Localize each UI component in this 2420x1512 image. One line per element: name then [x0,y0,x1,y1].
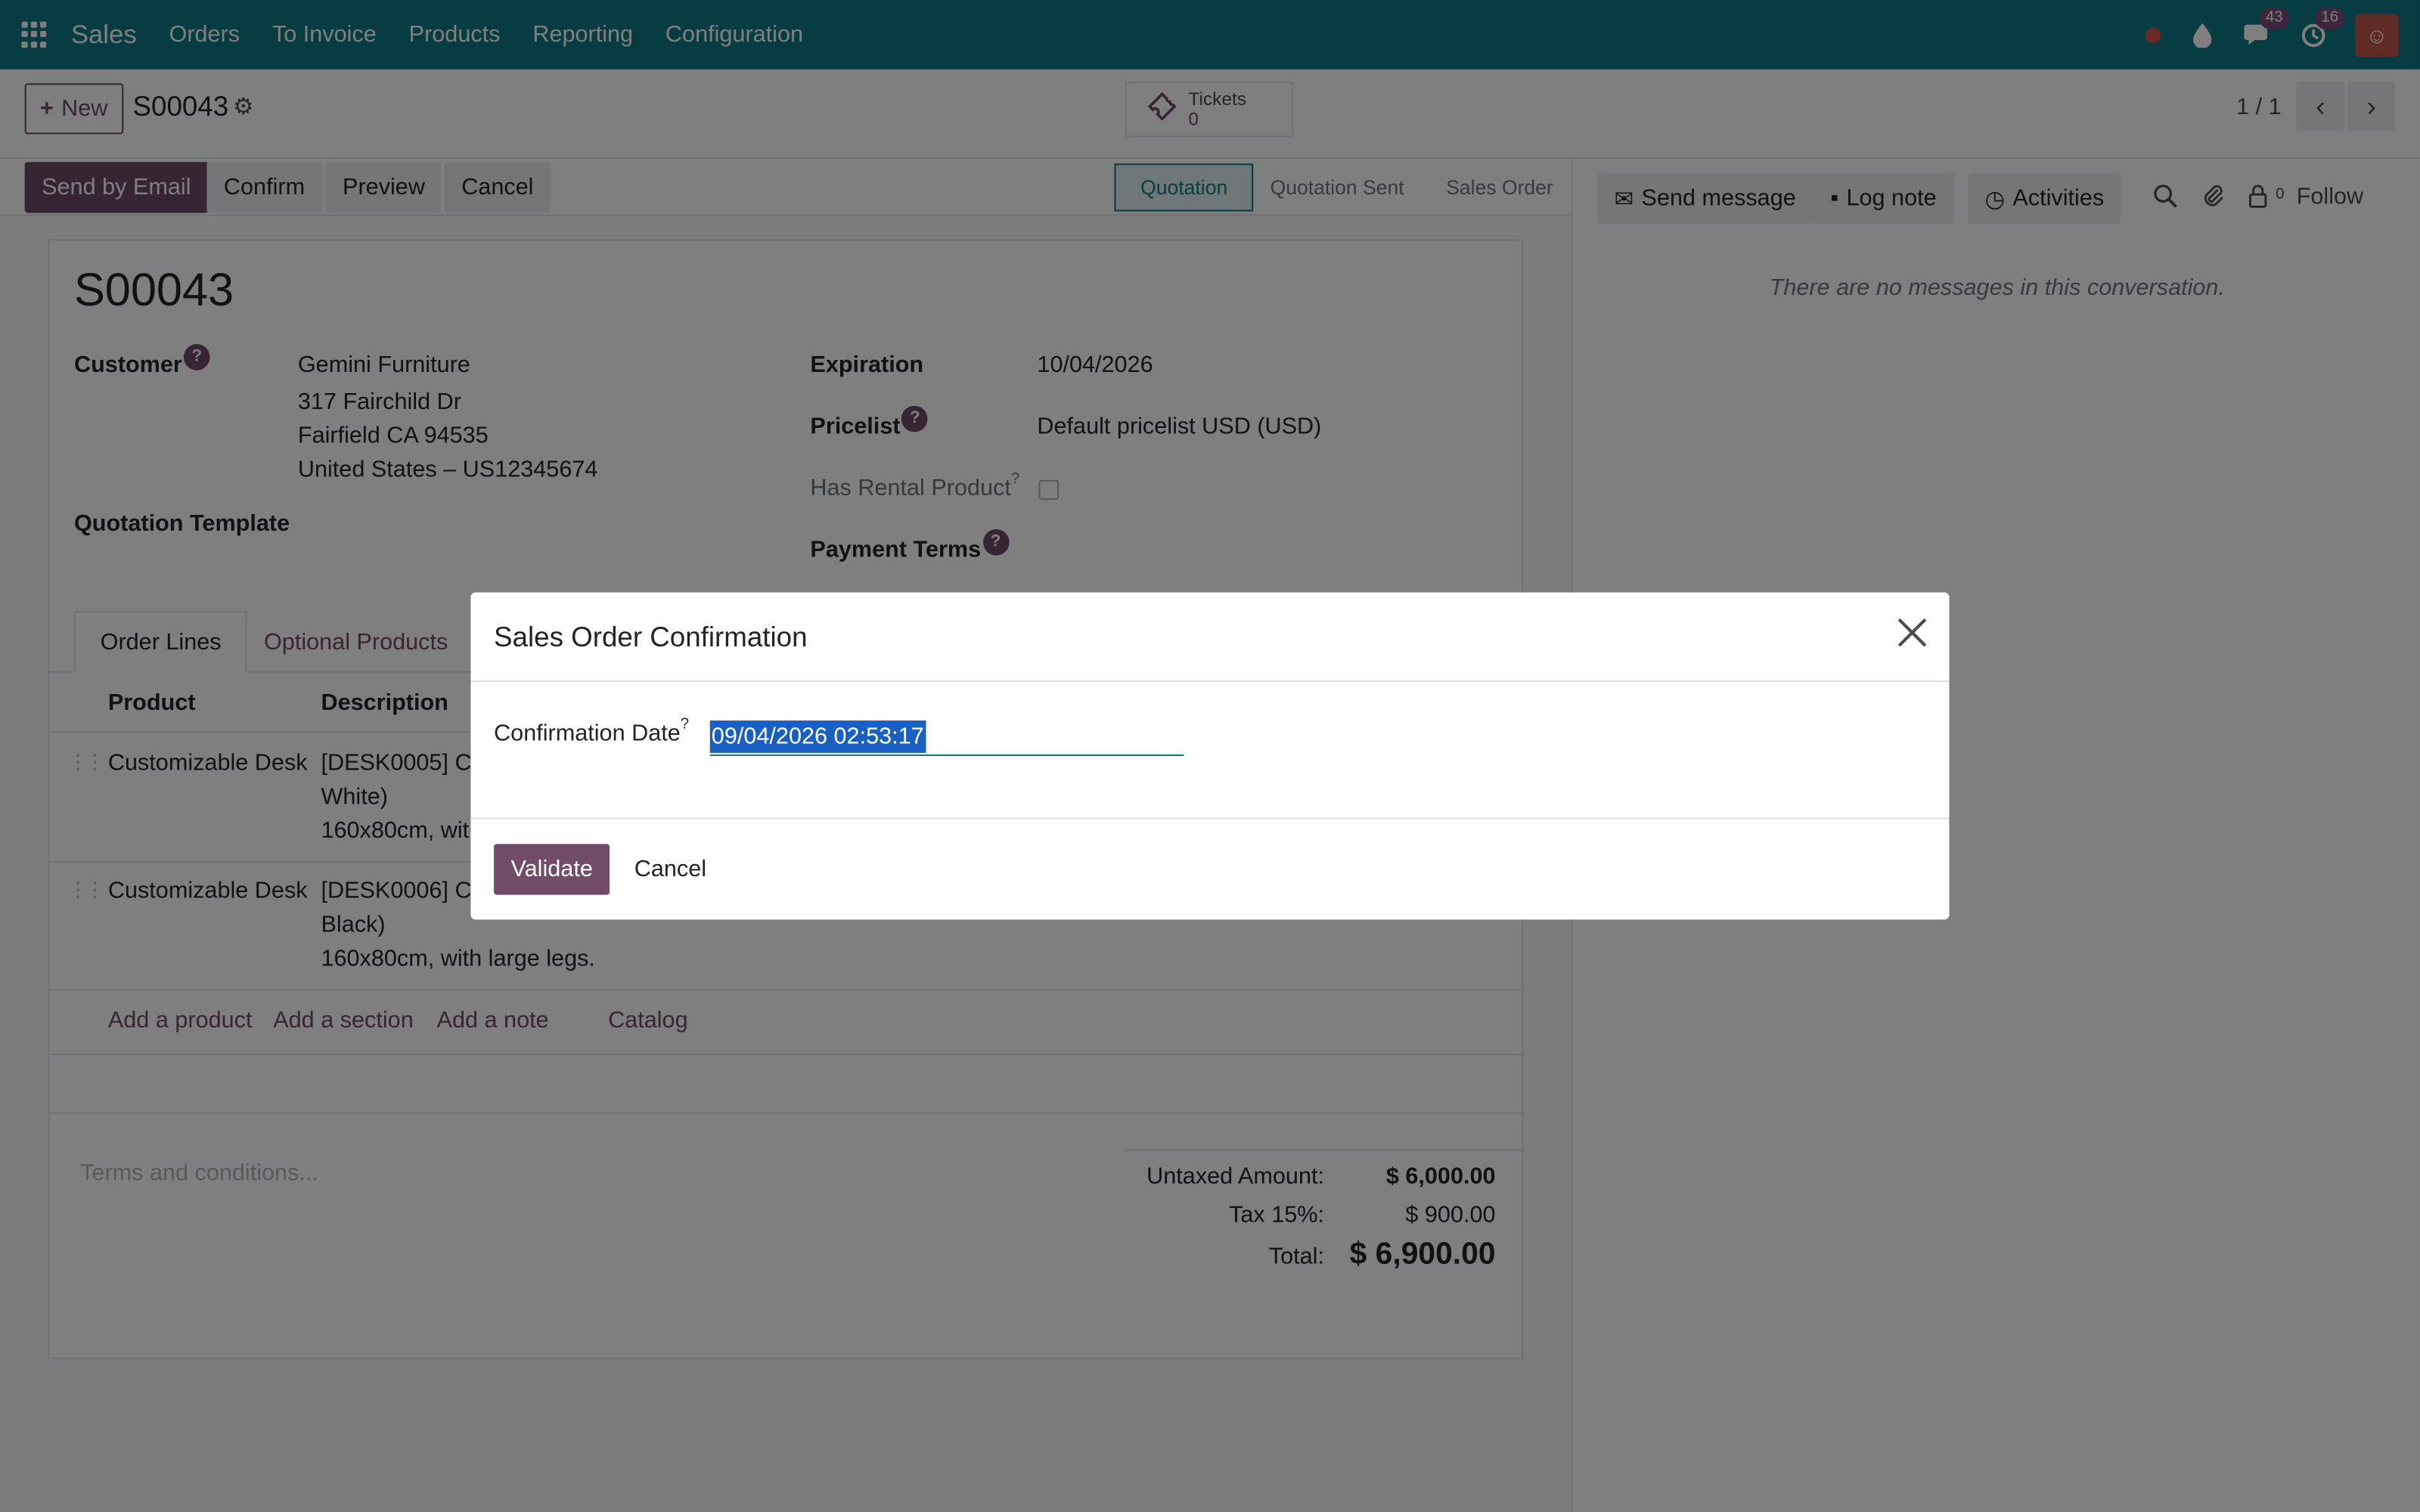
dialog-header: Sales Order Confirmation [470,593,1950,683]
dialog-footer: Validate Cancel [470,817,1950,920]
help-icon[interactable]: ? [681,716,689,733]
confirmation-dialog: Sales Order Confirmation Confirmation Da… [470,592,1950,920]
confirmation-date-selection: 09/04/2026 02:53:17 [709,720,926,753]
dialog-title: Sales Order Confirmation [494,621,808,653]
close-icon[interactable] [1897,617,1928,648]
cancel-button[interactable]: Cancel [633,844,708,894]
confirmation-date-label: Confirmation Date? [494,715,690,747]
validate-button[interactable]: Validate [494,844,610,895]
